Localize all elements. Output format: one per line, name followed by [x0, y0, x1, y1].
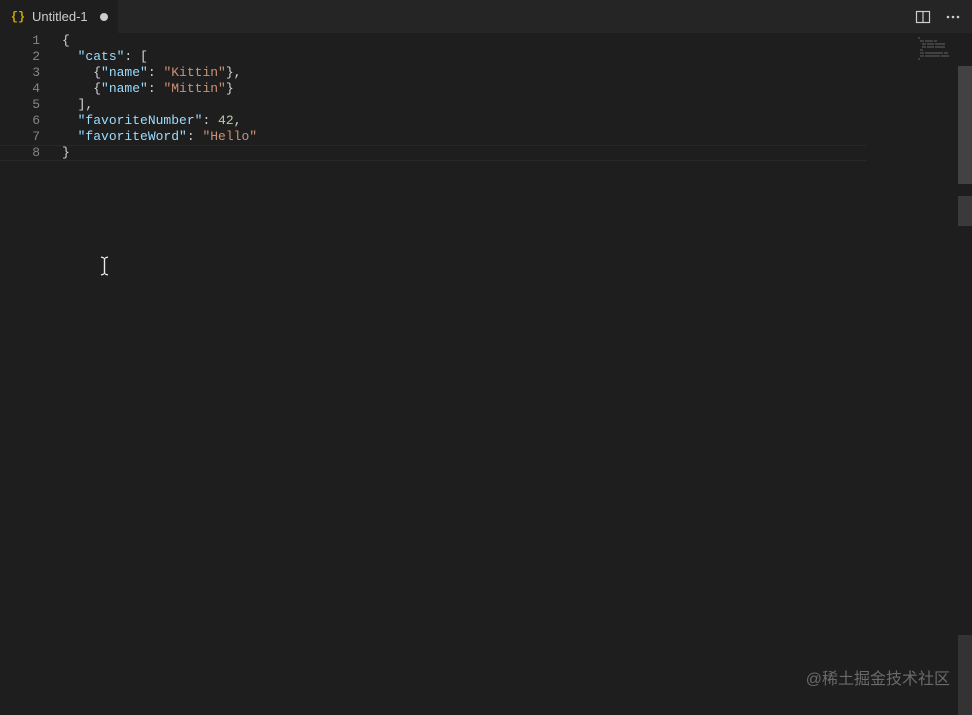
- tab-actions: [914, 8, 972, 26]
- more-actions-icon[interactable]: [944, 8, 962, 26]
- line-number: 7: [0, 129, 62, 145]
- line-number: 1: [0, 33, 62, 49]
- scrollbar-overview-marker: [958, 196, 972, 226]
- tab-bar: {} Untitled-1: [0, 0, 972, 33]
- gutter: 12345678: [0, 33, 62, 715]
- scrollbar-overview-bottom: [958, 635, 972, 715]
- watermark: @稀土掘金技术社区: [806, 665, 950, 689]
- json-icon: {}: [10, 9, 26, 25]
- line-number: 3: [0, 65, 62, 81]
- line-number: 4: [0, 81, 62, 97]
- split-editor-icon[interactable]: [914, 8, 932, 26]
- line-number: 2: [0, 49, 62, 65]
- code-line[interactable]: }: [62, 145, 972, 161]
- code-line[interactable]: ],: [62, 97, 972, 113]
- line-number: 8: [0, 145, 62, 161]
- line-number: 5: [0, 97, 62, 113]
- code-area[interactable]: { "cats": [ {"name": "Kittin"}, {"name":…: [62, 33, 972, 715]
- minimap[interactable]: [918, 37, 958, 61]
- tab-group: {} Untitled-1: [0, 0, 118, 33]
- code-line[interactable]: {"name": "Kittin"},: [62, 65, 972, 81]
- code-line[interactable]: {"name": "Mittin"}: [62, 81, 972, 97]
- line-number: 6: [0, 113, 62, 129]
- tab-label: Untitled-1: [32, 9, 88, 24]
- vertical-scrollbar[interactable]: [958, 66, 972, 715]
- scrollbar-overview-top: [958, 66, 972, 184]
- dirty-indicator-icon: [100, 13, 108, 21]
- tab-untitled[interactable]: {} Untitled-1: [0, 0, 118, 33]
- code-line[interactable]: "favoriteWord": "Hello": [62, 129, 972, 145]
- code-line[interactable]: {: [62, 33, 972, 49]
- editor[interactable]: 12345678 { "cats": [ {"name": "Kittin"},…: [0, 33, 972, 715]
- code-line[interactable]: "favoriteNumber": 42,: [62, 113, 972, 129]
- code-line[interactable]: "cats": [: [62, 49, 972, 65]
